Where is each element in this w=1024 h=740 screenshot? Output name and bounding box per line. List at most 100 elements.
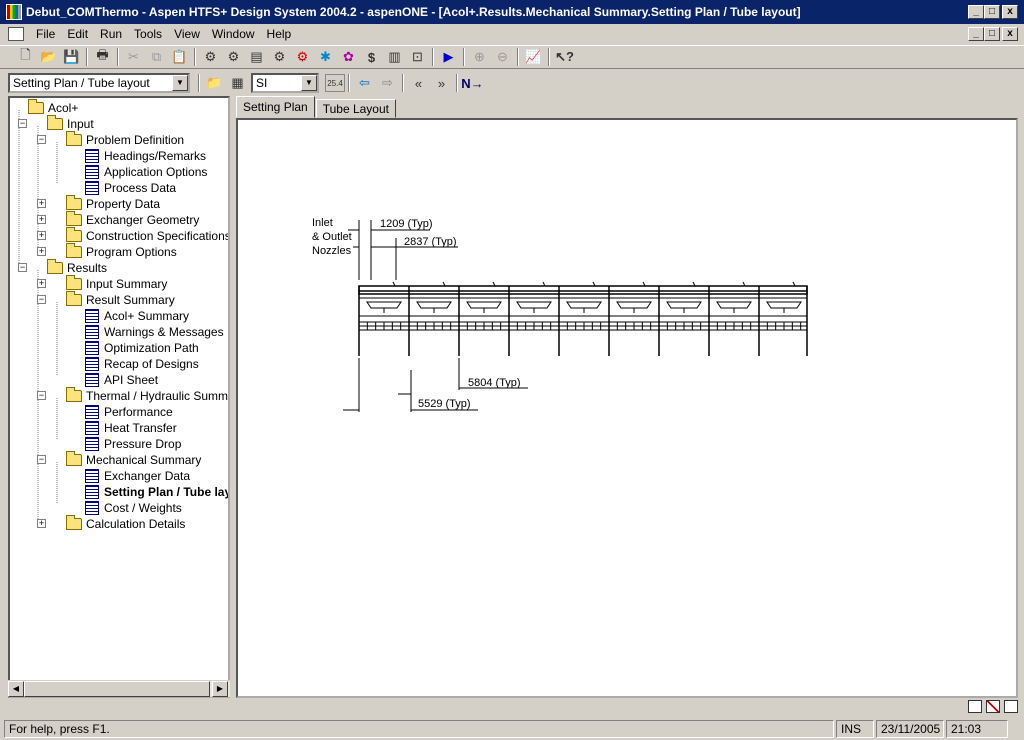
document-icon[interactable] (8, 27, 24, 41)
collapse-icon[interactable]: − (37, 295, 46, 304)
collapse-icon[interactable]: − (37, 135, 46, 144)
tree-item[interactable]: Exchanger Data (85, 468, 190, 484)
print-icon[interactable]: 🖶 (91, 47, 114, 68)
tree-item[interactable]: Result Summary (66, 291, 175, 308)
tree-item[interactable]: Program Options (66, 243, 177, 260)
tree-item[interactable]: Heat Transfer (85, 420, 177, 436)
tree-item[interactable]: Calculation Details (66, 515, 185, 532)
tree-item[interactable]: Pressure Drop (85, 436, 181, 452)
expand-icon[interactable]: + (37, 247, 46, 256)
tree-item[interactable]: Input Summary (66, 275, 167, 292)
tree-item[interactable]: Application Options (85, 164, 207, 180)
expand-icon[interactable]: + (37, 215, 46, 224)
expand-icon[interactable]: + (37, 231, 46, 240)
collapse-icon[interactable]: − (18, 263, 27, 272)
restore-button[interactable]: □ (984, 5, 1000, 19)
tree-item[interactable]: Mechanical Summary (66, 451, 201, 468)
child-minimize-button[interactable]: _ (968, 27, 984, 41)
app-icon[interactable] (6, 4, 22, 20)
tree-item[interactable]: Results (47, 259, 107, 276)
zoom-in-icon[interactable]: ⊕ (468, 47, 491, 68)
expand-icon[interactable]: + (37, 199, 46, 208)
tree-item[interactable]: Acol+ Summary (85, 308, 189, 324)
tree-item[interactable]: Performance (85, 404, 173, 420)
cut-icon[interactable]: ✂ (122, 47, 145, 68)
collapse-icon[interactable]: − (18, 119, 27, 128)
menu-help[interactable]: Help (261, 27, 298, 41)
tree-item[interactable]: Cost / Weights (85, 500, 182, 516)
exchanger-tool-3-icon[interactable]: ▤ (245, 47, 268, 68)
tree-item[interactable]: Thermal / Hydraulic Summary (66, 387, 228, 404)
report-view-icon[interactable] (1004, 700, 1018, 713)
child-restore-button[interactable]: □ (984, 27, 1000, 41)
scroll-left-icon[interactable]: ◀ (8, 681, 24, 697)
open-folder-icon[interactable]: 📂 (37, 47, 60, 68)
form-view-icon[interactable] (968, 700, 982, 713)
copy-icon[interactable]: ⧉ (145, 47, 168, 68)
exchanger-tool-7-icon[interactable]: ✿ (337, 47, 360, 68)
chevron-down-icon[interactable]: ▼ (172, 75, 188, 91)
units-combo[interactable]: SI ▼ (251, 73, 319, 93)
expand-icon[interactable]: + (37, 279, 46, 288)
tree-item[interactable]: Warnings & Messages (85, 324, 224, 340)
tree-item[interactable]: Acol+ (28, 99, 78, 116)
menu-view[interactable]: View (168, 27, 206, 41)
menu-run[interactable]: Run (94, 27, 128, 41)
chevron-down-icon[interactable]: ▼ (301, 75, 317, 91)
minimize-button[interactable]: _ (968, 5, 984, 19)
new-file-icon[interactable]: 🗋 (14, 47, 37, 68)
tree-item[interactable]: Property Data (66, 195, 160, 212)
grid-view-icon[interactable] (986, 700, 1000, 713)
view-combo[interactable]: Setting Plan / Tube layout ▼ (8, 73, 190, 93)
next-form-icon[interactable]: » (430, 73, 453, 94)
exchanger-tool-2-icon[interactable]: ⚙ (222, 47, 245, 68)
menu-edit[interactable]: Edit (61, 27, 94, 41)
up-folder-icon[interactable]: 📁 (203, 73, 226, 94)
tab-tube-layout[interactable]: Tube Layout (315, 99, 396, 118)
menu-window[interactable]: Window (206, 27, 261, 41)
previous-form-icon[interactable]: « (407, 73, 430, 94)
exchanger-tool-5-icon[interactable]: ⚙ (291, 47, 314, 68)
toolbar-separator (198, 74, 200, 92)
scroll-right-icon[interactable]: ▶ (212, 681, 228, 697)
tree-item[interactable]: Process Data (85, 180, 176, 196)
exchanger-tool-1-icon[interactable]: ⚙ (199, 47, 222, 68)
tree-item[interactable]: Construction Specifications (66, 227, 228, 244)
exchanger-tool-9-icon[interactable]: ⊡ (406, 47, 429, 68)
menu-tools[interactable]: Tools (128, 27, 168, 41)
tree-item[interactable]: Optimization Path (85, 340, 199, 356)
run-icon[interactable]: ▶ (437, 47, 460, 68)
close-button[interactable]: x (1002, 5, 1018, 19)
expand-icon[interactable]: + (37, 519, 46, 528)
save-icon[interactable]: 💾 (60, 47, 83, 68)
tree-item[interactable]: Setting Plan / Tube layo (85, 484, 228, 500)
paste-icon[interactable]: 📋 (168, 47, 191, 68)
zoom-out-icon[interactable]: ⊖ (491, 47, 514, 68)
context-help-icon[interactable]: ↖? (553, 47, 576, 68)
tree-item[interactable]: Problem Definition (66, 131, 184, 148)
exchanger-tool-4-icon[interactable]: ⚙ (268, 47, 291, 68)
forward-arrow-icon[interactable]: ⇨ (376, 73, 399, 94)
tree-toggle-icon[interactable]: ▦ (226, 73, 249, 94)
exchanger-tool-8-icon[interactable]: ▥ (383, 47, 406, 68)
tab-setting-plan[interactable]: Setting Plan (236, 96, 315, 118)
next-input-icon[interactable]: N→ (461, 73, 484, 94)
tree-item[interactable]: Input (47, 115, 94, 132)
tree-item[interactable]: API Sheet (85, 372, 158, 388)
child-close-button[interactable]: x (1002, 27, 1018, 41)
collapse-icon[interactable]: − (37, 391, 46, 400)
back-arrow-icon[interactable]: ⇦ (353, 73, 376, 94)
cooler-bays (358, 281, 808, 356)
pane-splitter[interactable] (231, 96, 235, 698)
cost-icon[interactable]: $ (360, 47, 383, 68)
units-convert-icon[interactable]: 25.4 (325, 74, 345, 92)
exchanger-tool-6-icon[interactable]: ✱ (314, 47, 337, 68)
chart-icon[interactable]: 📈 (522, 47, 545, 68)
tree-item[interactable]: Exchanger Geometry (66, 211, 199, 228)
collapse-icon[interactable]: − (37, 455, 46, 464)
tree-horizontal-scrollbar[interactable]: ◀ ▶ (8, 680, 230, 697)
tree-item[interactable]: Recap of Designs (85, 356, 199, 372)
tree-item[interactable]: Headings/Remarks (85, 148, 206, 164)
scroll-thumb[interactable] (24, 681, 210, 697)
menu-file[interactable]: File (30, 27, 61, 41)
